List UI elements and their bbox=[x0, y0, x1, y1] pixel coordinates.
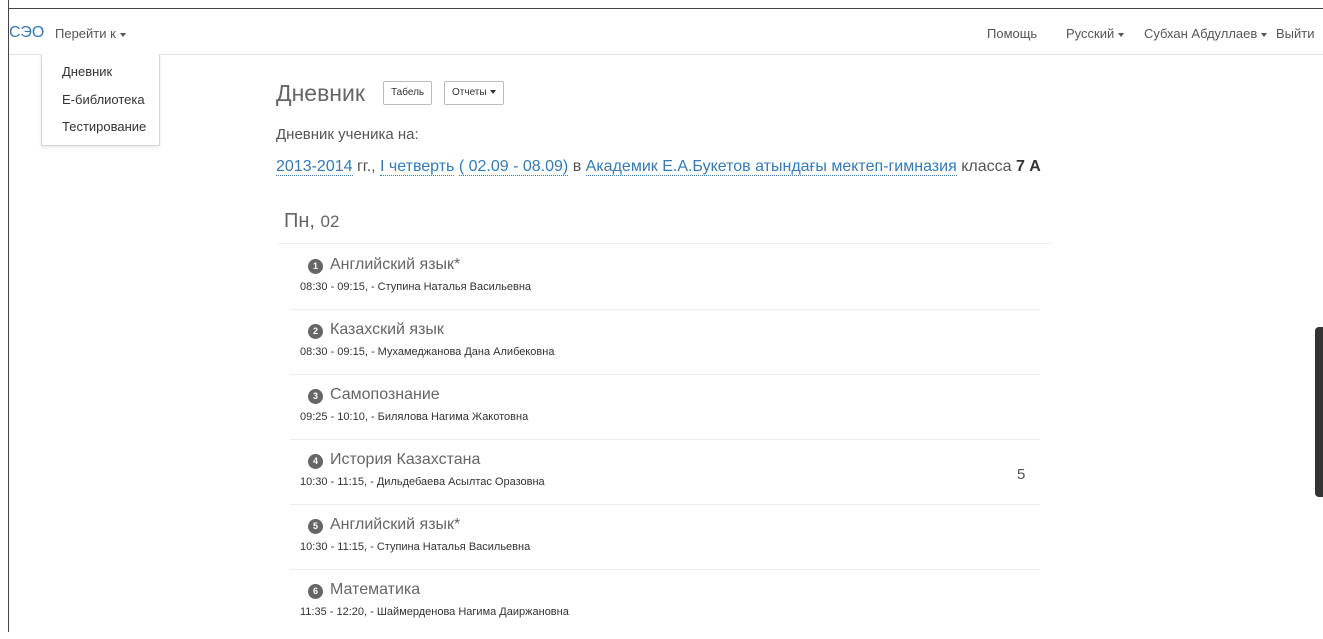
day-header: Пн, 02 bbox=[284, 210, 339, 233]
language-dropdown[interactable]: Русский bbox=[1066, 26, 1125, 41]
class-word: класса bbox=[961, 158, 1012, 175]
menu-item-testing[interactable]: Тестирование bbox=[62, 119, 146, 134]
caret-down-icon bbox=[1118, 32, 1125, 37]
lesson-divider bbox=[290, 309, 1040, 310]
lesson-subject: Казахский язык bbox=[330, 321, 444, 338]
lesson-meta: 08:30 - 09:15, - Ступина Наталья Василье… bbox=[300, 281, 532, 293]
caret-down-icon bbox=[489, 90, 496, 95]
year-suffix: гг., bbox=[356, 158, 376, 175]
lesson-item[interactable]: 6 Математика 11:35 - 12:20, - Шаймердено… bbox=[290, 577, 1040, 639]
lesson-number-badge: 6 bbox=[308, 584, 323, 599]
goto-dropdown-menu: Дневник Е-библиотека Тестирование bbox=[41, 54, 160, 146]
page-title: Дневник bbox=[276, 80, 365, 106]
menu-item-diary[interactable]: Дневник bbox=[62, 64, 112, 79]
lesson-meta: 10:30 - 11:15, - Ступина Наталья Василье… bbox=[300, 541, 531, 553]
lesson-divider bbox=[290, 504, 1040, 505]
language-label: Русский bbox=[1066, 26, 1115, 41]
school-link[interactable]: Академик Е.А.Букетов атындағы мектеп-гим… bbox=[585, 158, 957, 176]
reports-button[interactable]: Отчеты bbox=[444, 81, 504, 105]
top-navbar: СЭО Перейти к Помощь Русский Субхан Абду… bbox=[9, 9, 1323, 55]
goto-menu-label: Перейти к bbox=[55, 26, 116, 41]
user-name: Субхан Абдуллаев bbox=[1144, 26, 1258, 41]
year-link[interactable]: 2013-2014 bbox=[276, 158, 353, 176]
lesson-subject: Самопознание bbox=[330, 386, 440, 403]
lesson-divider bbox=[290, 374, 1040, 375]
lesson-meta: 08:30 - 09:15, - Мухамеджанова Дана Алиб… bbox=[300, 346, 555, 358]
lesson-meta: 09:25 - 10:10, - Билялова Нагима Жакотов… bbox=[300, 411, 529, 423]
dates-link[interactable]: ( 02.09 - 08.09) bbox=[458, 158, 569, 176]
in-word: в bbox=[572, 158, 582, 175]
lesson-number-badge: 2 bbox=[308, 324, 323, 339]
day-weekday: Пн, bbox=[284, 210, 315, 232]
logout-link[interactable]: Выйти bbox=[1276, 26, 1315, 41]
quarter-link[interactable]: I четверть bbox=[380, 158, 455, 176]
lesson-number-badge: 4 bbox=[308, 454, 323, 469]
goto-menu-toggle[interactable]: Перейти к bbox=[55, 26, 126, 41]
lesson-number-badge: 1 bbox=[308, 259, 323, 274]
class-name: 7 А bbox=[1015, 158, 1041, 175]
lesson-item[interactable]: 4 История Казахстана 10:30 - 11:15, - Ди… bbox=[290, 447, 1040, 509]
lesson-divider bbox=[290, 439, 1040, 440]
brand-logo[interactable]: СЭО bbox=[9, 24, 44, 42]
tabel-button[interactable]: Табель bbox=[383, 81, 433, 105]
reports-label: Отчеты bbox=[452, 87, 487, 98]
lesson-subject: Английский язык* bbox=[330, 256, 461, 273]
day-divider bbox=[278, 243, 1053, 244]
lesson-meta: 11:35 - 12:20, - Шаймерденова Нагима Даи… bbox=[300, 606, 569, 618]
diary-period-line: 2013-2014 гг., I четверть ( 02.09 - 08.0… bbox=[276, 158, 1041, 176]
lesson-subject: Математика bbox=[330, 581, 421, 598]
user-dropdown[interactable]: Субхан Абдуллаев bbox=[1144, 26, 1268, 41]
lesson-subject: Английский язык* bbox=[330, 516, 461, 533]
lesson-item[interactable]: 5 Английский язык* 10:30 - 11:15, - Ступ… bbox=[290, 512, 1040, 574]
lesson-item[interactable]: 1 Английский язык* 08:30 - 09:15, - Ступ… bbox=[290, 252, 1040, 314]
lesson-item[interactable]: 2 Казахский язык 08:30 - 09:15, - Мухаме… bbox=[290, 317, 1040, 379]
menu-item-elibrary[interactable]: Е-библиотека bbox=[62, 92, 145, 107]
side-feedback-tab[interactable] bbox=[1315, 327, 1323, 497]
diary-subtitle: Дневник ученика на: bbox=[276, 126, 419, 143]
day-date: 02 bbox=[320, 212, 340, 231]
lesson-number-badge: 5 bbox=[308, 519, 323, 534]
window-left-border bbox=[8, 0, 9, 632]
lesson-meta: 10:30 - 11:15, - Дильдебаева Асылтас Ора… bbox=[300, 476, 545, 488]
help-link[interactable]: Помощь bbox=[987, 26, 1037, 41]
caret-down-icon bbox=[1261, 32, 1268, 37]
lesson-subject: История Казахстана bbox=[330, 451, 481, 468]
caret-down-icon bbox=[119, 32, 126, 37]
lesson-item[interactable]: 3 Самопознание 09:25 - 10:10, - Билялова… bbox=[290, 382, 1040, 444]
lesson-divider bbox=[290, 569, 1040, 570]
lesson-number-badge: 3 bbox=[308, 389, 323, 404]
lesson-grade: 5 bbox=[1017, 466, 1026, 483]
